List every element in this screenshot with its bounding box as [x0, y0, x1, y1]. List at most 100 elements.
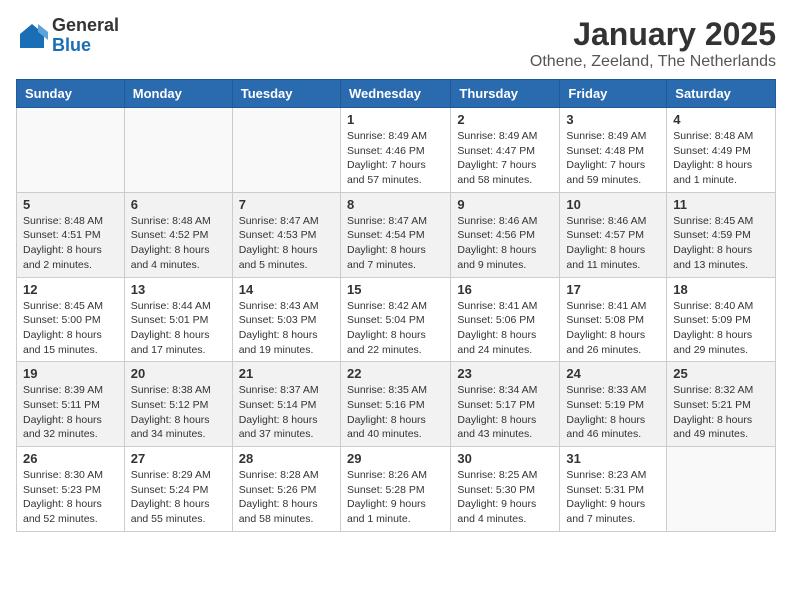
day-number: 17: [566, 282, 660, 297]
day-number: 25: [673, 366, 769, 381]
calendar-day-cell: 14 Sunrise: 8:43 AM Sunset: 5:03 PM Dayli…: [232, 277, 340, 362]
calendar-day-cell: 7Sunrise: 8:47 AM Sunset: 4:53 PM Daylig…: [232, 192, 340, 277]
calendar-day-cell: 25 Sunrise: 8:32 AM Sunset: 5:21 PM Dayli…: [667, 362, 776, 447]
day-info: Sunrise: 8:41 AM Sunset: 5:06 PM Dayligh…: [457, 299, 553, 358]
day-info: Sunrise: 8:28 AM Sunset: 5:26 PM Dayligh…: [239, 468, 334, 527]
calendar-day-cell: 31 Sunrise: 8:23 AM Sunset: 5:31 PM Dayli…: [560, 447, 667, 532]
day-number: 31: [566, 451, 660, 466]
calendar-day-cell: 30 Sunrise: 8:25 AM Sunset: 5:30 PM Dayli…: [451, 447, 560, 532]
day-info: Sunrise: 8:46 AM Sunset: 4:56 PM Dayligh…: [457, 214, 553, 273]
day-info: Sunrise: 8:47 AM Sunset: 4:54 PM Dayligh…: [347, 214, 444, 273]
page-header: General Blue January 2025 Othene, Zeelan…: [16, 16, 776, 71]
calendar-day-cell: [17, 108, 125, 193]
day-info: Sunrise: 8:25 AM Sunset: 5:30 PM Dayligh…: [457, 468, 553, 527]
day-info: Sunrise: 8:44 AM Sunset: 5:01 PM Dayligh…: [131, 299, 226, 358]
day-info: Sunrise: 8:48 AM Sunset: 4:51 PM Dayligh…: [23, 214, 118, 273]
calendar-day-cell: 21 Sunrise: 8:37 AM Sunset: 5:14 PM Dayli…: [232, 362, 340, 447]
calendar-day-cell: 17 Sunrise: 8:41 AM Sunset: 5:08 PM Dayli…: [560, 277, 667, 362]
day-number: 8: [347, 197, 444, 212]
day-info: Sunrise: 8:45 AM Sunset: 4:59 PM Dayligh…: [673, 214, 769, 273]
day-info: Sunrise: 8:45 AM Sunset: 5:00 PM Dayligh…: [23, 299, 118, 358]
calendar-day-cell: 22 Sunrise: 8:35 AM Sunset: 5:16 PM Dayli…: [340, 362, 450, 447]
calendar-week-row: 12 Sunrise: 8:45 AM Sunset: 5:00 PM Dayli…: [17, 277, 776, 362]
day-number: 10: [566, 197, 660, 212]
calendar-day-cell: 19Sunrise: 8:39 AM Sunset: 5:11 PM Dayli…: [17, 362, 125, 447]
day-info: Sunrise: 8:33 AM Sunset: 5:19 PM Dayligh…: [566, 383, 660, 442]
day-info: Sunrise: 8:23 AM Sunset: 5:31 PM Dayligh…: [566, 468, 660, 527]
day-number: 14: [239, 282, 334, 297]
logo-text: General Blue: [52, 16, 119, 56]
day-number: 29: [347, 451, 444, 466]
calendar-day-cell: 6 Sunrise: 8:48 AM Sunset: 4:52 PM Daylig…: [124, 192, 232, 277]
calendar-day-cell: 8 Sunrise: 8:47 AM Sunset: 4:54 PM Daylig…: [340, 192, 450, 277]
day-info: Sunrise: 8:46 AM Sunset: 4:57 PM Dayligh…: [566, 214, 660, 273]
day-number: 4: [673, 112, 769, 127]
day-number: 28: [239, 451, 334, 466]
calendar-day-cell: 27Sunrise: 8:29 AM Sunset: 5:24 PM Dayli…: [124, 447, 232, 532]
calendar-day-cell: [667, 447, 776, 532]
day-info: Sunrise: 8:48 AM Sunset: 4:52 PM Dayligh…: [131, 214, 226, 273]
day-number: 19: [23, 366, 118, 381]
day-number: 9: [457, 197, 553, 212]
day-info: Sunrise: 8:29 AM Sunset: 5:24 PM Dayligh…: [131, 468, 226, 527]
calendar-day-cell: 29Sunrise: 8:26 AM Sunset: 5:28 PM Dayli…: [340, 447, 450, 532]
day-info: Sunrise: 8:42 AM Sunset: 5:04 PM Dayligh…: [347, 299, 444, 358]
calendar-table: SundayMondayTuesdayWednesdayThursdayFrid…: [16, 79, 776, 532]
calendar-day-cell: 3 Sunrise: 8:49 AM Sunset: 4:48 PM Daylig…: [560, 108, 667, 193]
day-number: 11: [673, 197, 769, 212]
day-number: 30: [457, 451, 553, 466]
weekday-header-friday: Friday: [560, 80, 667, 108]
day-number: 13: [131, 282, 226, 297]
day-number: 3: [566, 112, 660, 127]
calendar-week-row: 19Sunrise: 8:39 AM Sunset: 5:11 PM Dayli…: [17, 362, 776, 447]
day-info: Sunrise: 8:34 AM Sunset: 5:17 PM Dayligh…: [457, 383, 553, 442]
calendar-day-cell: 28 Sunrise: 8:28 AM Sunset: 5:26 PM Dayli…: [232, 447, 340, 532]
day-info: Sunrise: 8:37 AM Sunset: 5:14 PM Dayligh…: [239, 383, 334, 442]
weekday-header-wednesday: Wednesday: [340, 80, 450, 108]
day-number: 12: [23, 282, 118, 297]
weekday-header-thursday: Thursday: [451, 80, 560, 108]
weekday-header-row: SundayMondayTuesdayWednesdayThursdayFrid…: [17, 80, 776, 108]
calendar-day-cell: 24 Sunrise: 8:33 AM Sunset: 5:19 PM Dayli…: [560, 362, 667, 447]
calendar-day-cell: 13 Sunrise: 8:44 AM Sunset: 5:01 PM Dayli…: [124, 277, 232, 362]
day-number: 18: [673, 282, 769, 297]
day-info: Sunrise: 8:40 AM Sunset: 5:09 PM Dayligh…: [673, 299, 769, 358]
day-info: Sunrise: 8:38 AM Sunset: 5:12 PM Dayligh…: [131, 383, 226, 442]
calendar-week-row: 26Sunrise: 8:30 AM Sunset: 5:23 PM Dayli…: [17, 447, 776, 532]
day-number: 22: [347, 366, 444, 381]
calendar-day-cell: 20 Sunrise: 8:38 AM Sunset: 5:12 PM Dayli…: [124, 362, 232, 447]
calendar-day-cell: 12 Sunrise: 8:45 AM Sunset: 5:00 PM Dayli…: [17, 277, 125, 362]
calendar-day-cell: 1Sunrise: 8:49 AM Sunset: 4:46 PM Daylig…: [340, 108, 450, 193]
calendar-day-cell: 9 Sunrise: 8:46 AM Sunset: 4:56 PM Daylig…: [451, 192, 560, 277]
logo: General Blue: [16, 16, 119, 56]
day-info: Sunrise: 8:49 AM Sunset: 4:48 PM Dayligh…: [566, 129, 660, 188]
calendar-day-cell: 23 Sunrise: 8:34 AM Sunset: 5:17 PM Dayli…: [451, 362, 560, 447]
calendar-day-cell: 4 Sunrise: 8:48 AM Sunset: 4:49 PM Daylig…: [667, 108, 776, 193]
day-number: 21: [239, 366, 334, 381]
day-info: Sunrise: 8:43 AM Sunset: 5:03 PM Dayligh…: [239, 299, 334, 358]
day-number: 20: [131, 366, 226, 381]
calendar-day-cell: 16Sunrise: 8:41 AM Sunset: 5:06 PM Dayli…: [451, 277, 560, 362]
calendar-week-row: 5Sunrise: 8:48 AM Sunset: 4:51 PM Daylig…: [17, 192, 776, 277]
calendar-day-cell: 26Sunrise: 8:30 AM Sunset: 5:23 PM Dayli…: [17, 447, 125, 532]
day-number: 6: [131, 197, 226, 212]
day-number: 1: [347, 112, 444, 127]
day-info: Sunrise: 8:47 AM Sunset: 4:53 PM Dayligh…: [239, 214, 334, 273]
location-subtitle: Othene, Zeeland, The Netherlands: [530, 53, 776, 71]
day-info: Sunrise: 8:41 AM Sunset: 5:08 PM Dayligh…: [566, 299, 660, 358]
day-number: 24: [566, 366, 660, 381]
title-section: January 2025 Othene, Zeeland, The Nether…: [530, 16, 776, 71]
calendar-day-cell: 11 Sunrise: 8:45 AM Sunset: 4:59 PM Dayli…: [667, 192, 776, 277]
month-year-title: January 2025: [530, 16, 776, 53]
weekday-header-tuesday: Tuesday: [232, 80, 340, 108]
calendar-day-cell: 10 Sunrise: 8:46 AM Sunset: 4:57 PM Dayli…: [560, 192, 667, 277]
calendar-week-row: 1Sunrise: 8:49 AM Sunset: 4:46 PM Daylig…: [17, 108, 776, 193]
day-info: Sunrise: 8:32 AM Sunset: 5:21 PM Dayligh…: [673, 383, 769, 442]
calendar-day-cell: 5Sunrise: 8:48 AM Sunset: 4:51 PM Daylig…: [17, 192, 125, 277]
logo-blue: Blue: [52, 36, 119, 56]
day-info: Sunrise: 8:35 AM Sunset: 5:16 PM Dayligh…: [347, 383, 444, 442]
day-number: 15: [347, 282, 444, 297]
day-info: Sunrise: 8:48 AM Sunset: 4:49 PM Dayligh…: [673, 129, 769, 188]
day-number: 23: [457, 366, 553, 381]
logo-general: General: [52, 16, 119, 36]
